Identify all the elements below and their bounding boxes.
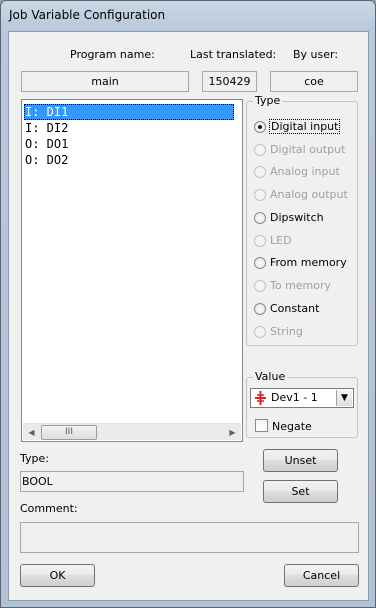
scroll-right-arrow-icon[interactable]: ▶: [224, 424, 241, 441]
scroll-left-arrow-icon[interactable]: ◀: [23, 424, 40, 441]
type-value-field: BOOL: [20, 471, 244, 492]
cancel-button[interactable]: Cancel: [284, 564, 359, 587]
by-user-field: coe: [270, 71, 358, 92]
radio-button[interactable]: [254, 121, 266, 133]
radio-button[interactable]: [254, 235, 266, 247]
radio-button[interactable]: [254, 303, 266, 315]
ok-button[interactable]: OK: [20, 564, 95, 587]
list-item-variable[interactable]: O: DO2: [24, 152, 234, 168]
radio-selected-dot-icon: [258, 125, 262, 129]
dialog-window: Job Variable Configuration Program name:…: [0, 0, 376, 608]
unset-button[interactable]: Unset: [263, 449, 338, 472]
list-item-variable[interactable]: I: DI2: [24, 120, 234, 136]
variable-list[interactable]: I: DI1 I: DI2 O: DO1 O: DO2 ◀ III ▶: [21, 99, 243, 442]
device-icon-graphic: [255, 391, 266, 405]
radio-label: Analog input: [270, 165, 340, 178]
negate-checkbox[interactable]: [255, 419, 268, 432]
radio-button[interactable]: [254, 212, 266, 224]
list-item-variable[interactable]: I: DI1: [24, 104, 234, 120]
value-select-text: Dev1 - 1: [271, 391, 318, 404]
comment-label: Comment:: [20, 502, 78, 515]
horizontal-scrollbar[interactable]: ◀ III ▶: [23, 423, 241, 440]
radio-button[interactable]: [254, 166, 266, 178]
scroll-thumb[interactable]: III: [41, 425, 97, 440]
radio-label: Constant: [270, 302, 320, 315]
by-user-label: By user:: [293, 48, 339, 61]
negate-label: Negate: [272, 420, 312, 433]
program-name-label: Program name:: [70, 48, 155, 61]
comment-field[interactable]: [20, 522, 359, 553]
window-title: Job Variable Configuration: [9, 8, 166, 22]
radio-button[interactable]: [254, 189, 266, 201]
value-group-title: Value: [253, 370, 288, 383]
radio-label: To memory: [270, 279, 332, 292]
last-translated-label: Last translated:: [190, 48, 277, 61]
radio-button[interactable]: [254, 326, 266, 338]
radio-label: String: [270, 325, 303, 338]
chevron-down-icon[interactable]: ▼: [336, 390, 352, 406]
dialog-body: Program name: Last translated: By user: …: [8, 31, 369, 601]
device-icon: [255, 390, 266, 406]
type-options: Digital input Digital output Analog inpu…: [246, 101, 358, 346]
radio-button[interactable]: [254, 257, 266, 269]
program-name-field: main: [21, 71, 189, 92]
set-button[interactable]: Set: [263, 480, 338, 503]
radio-label: LED: [270, 234, 292, 247]
radio-label: Analog output: [270, 188, 348, 201]
radio-button[interactable]: [254, 280, 266, 292]
radio-label: From memory: [270, 256, 347, 269]
radio-button[interactable]: [254, 144, 266, 156]
title-bar[interactable]: Job Variable Configuration: [1, 1, 375, 31]
radio-label: Digital input: [268, 119, 341, 134]
last-translated-field: 150429: [202, 71, 257, 92]
value-select[interactable]: Dev1 - 1 ▼: [250, 388, 354, 408]
value-group: Dev1 - 1 ▼ Negate: [246, 377, 358, 438]
radio-label: Dipswitch: [270, 211, 324, 224]
list-item-variable[interactable]: O: DO1: [24, 136, 234, 152]
type-label: Type:: [20, 452, 49, 465]
radio-label: Digital output: [270, 143, 346, 156]
